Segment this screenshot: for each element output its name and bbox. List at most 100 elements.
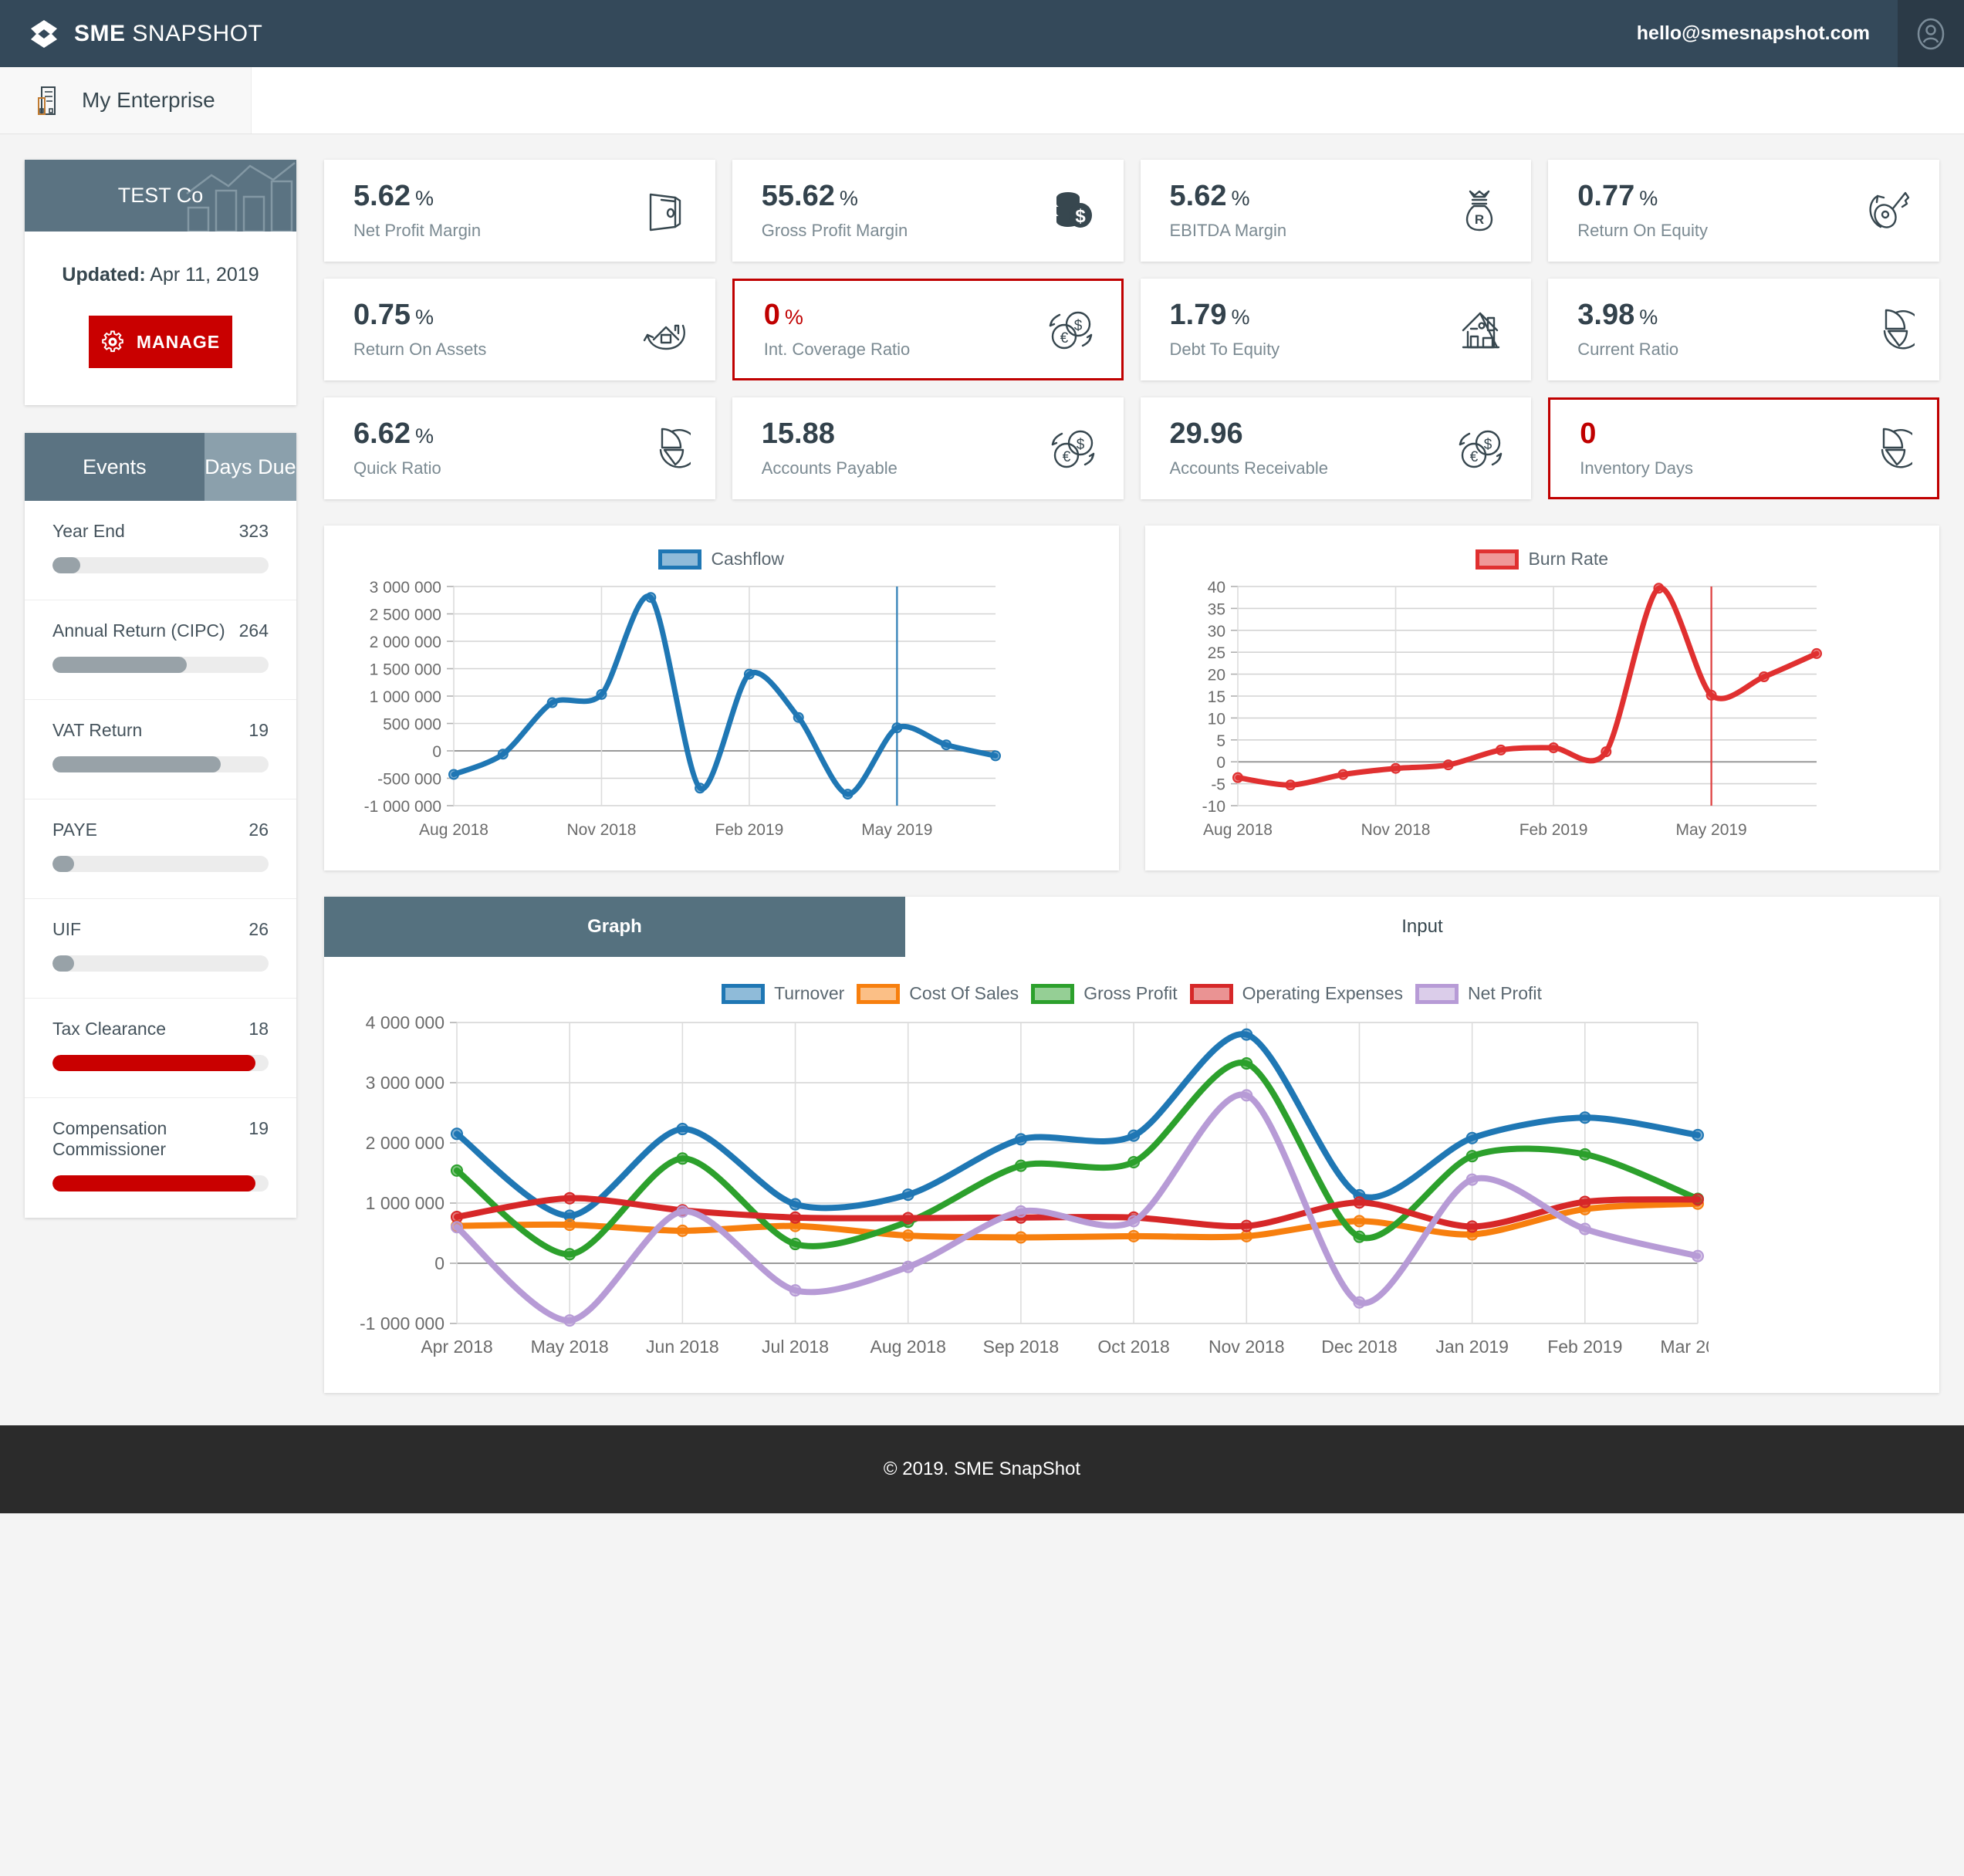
svg-text:1 000 000: 1 000 000 [366,1193,445,1213]
pie-chart-icon [1857,420,1914,477]
legend-item[interactable]: Burn Rate [1476,549,1608,570]
svg-text:Feb 2019: Feb 2019 [1519,821,1587,839]
svg-text:5: 5 [1216,732,1225,750]
updated-value: Apr 11, 2019 [145,264,259,286]
event-progress-fill [52,955,74,972]
kpi-card[interactable]: 55.62% Gross Profit Margin $ [732,160,1124,262]
kpi-card[interactable]: 0% Int. Coverage Ratio € $ [732,279,1124,380]
kpi-card[interactable]: 5.62% Net Profit Margin [324,160,715,262]
company-card-header: TEST Co [25,160,296,232]
kpi-card[interactable]: 1.79% Debt To Equity [1140,279,1532,380]
legend-item[interactable]: Gross Profit [1031,983,1178,1004]
tab-bar-filler [251,67,1964,134]
coins-dollar-icon: $ [1043,182,1100,239]
kpi-card[interactable]: 6.62% Quick Ratio [324,397,715,499]
legend-swatch [1415,983,1459,1004]
svg-text:Apr 2018: Apr 2018 [421,1337,492,1357]
gear-icon [101,330,124,353]
kpi-label: Debt To Equity [1169,339,1280,359]
cashflow-chart[interactable]: -1 000 000 -500 000 0 500 000 1 000 000 1 500… [346,576,1097,853]
kpi-text: 29.96 Accounts Receivable [1170,417,1328,478]
brand-light: SNAPSHOT [125,20,263,46]
brand[interactable]: SME SNAPSHOT [0,18,262,50]
kpi-unit: % [839,187,858,211]
legend-item[interactable]: Cashflow [658,549,784,570]
event-row: PAYE 26 [25,799,296,899]
currency-exchange-icon: € $ [1451,420,1508,477]
event-progress-track [52,657,269,673]
kpi-unit: % [784,306,803,330]
kpi-card[interactable]: 15.88 Accounts Payable € $ [732,397,1124,499]
legend-item[interactable]: Turnover [722,983,844,1004]
svg-text:Aug 2018: Aug 2018 [1203,821,1273,839]
svg-text:€: € [1470,449,1479,465]
event-progress-track [52,1055,269,1071]
currency-exchange-icon: € $ [1041,301,1098,358]
kpi-number: 5.62 [353,180,411,213]
event-progress-fill [52,856,74,872]
event-row: Annual Return (CIPC) 264 [25,600,296,700]
income-statement-chart[interactable]: -1 000 000 0 1 000 000 2 000 000 3 000 000 4 … [343,1010,1921,1373]
topbar-right: hello@smesnapshot.com [1637,0,1964,67]
svg-text:20: 20 [1207,667,1225,684]
event-days-due: 26 [248,919,269,939]
legend-swatch [1476,549,1519,570]
kpi-card[interactable]: 29.96 Accounts Receivable € $ [1140,397,1532,499]
legend-item[interactable]: Net Profit [1415,983,1542,1004]
legend-label: Operating Expenses [1242,983,1404,1003]
svg-text:3 000 000: 3 000 000 [366,1073,445,1093]
burnrate-chart-card: Burn Rate -10 -5 0 5 10 15 20 25 30 35 40 Aug 2018 N… [1144,526,1939,870]
tab-input[interactable]: Input [904,897,1939,957]
event-days-due: 18 [248,1019,269,1039]
kpi-value: 0% [764,299,911,332]
user-email[interactable]: hello@smesnapshot.com [1637,0,1898,67]
kpi-label: Gross Profit Margin [761,220,908,240]
kpi-number: 0 [763,299,780,332]
tab-label: My Enterprise [82,88,215,112]
tab-my-enterprise[interactable]: My Enterprise [0,67,252,134]
svg-text:€: € [1060,330,1068,346]
svg-text:15: 15 [1207,688,1225,706]
avatar[interactable] [1898,0,1964,67]
kpi-card[interactable]: 0.75% Return On Assets [324,279,715,380]
event-progress-fill [52,756,221,772]
burnrate-chart[interactable]: -10 -5 0 5 10 15 20 25 30 35 40 Aug 2018 Nov 2018 Feb… [1167,576,1918,853]
legend-label: Turnover [774,983,845,1003]
svg-text:4 000 000: 4 000 000 [366,1012,445,1033]
manage-button[interactable]: MANAGE [89,316,232,368]
kpi-card[interactable]: 0.77% Return On Equity [1548,160,1939,262]
events-col-header: Events [25,433,205,501]
income-statement-body: Turnover Cost Of Sales Gross Profit Operati… [324,957,1939,1393]
event-progress-track [52,756,269,772]
legend-label: Gross Profit [1083,983,1178,1003]
kpi-card[interactable]: 5.62% EBITDA Margin R [1140,160,1532,262]
kpi-card[interactable]: 0 Inventory Days [1548,397,1939,499]
svg-text:-1 000 000: -1 000 000 [360,1313,445,1333]
svg-text:-1 000 000: -1 000 000 [364,798,441,816]
svg-text:35: 35 [1207,600,1225,618]
tab-graph[interactable]: Graph [324,897,905,957]
company-name: TEST Co [117,184,204,207]
dashboard-page: SME SNAPSHOT hello@smesnapshot.com My En… [0,0,1964,1876]
kpi-value: 0.77% [1577,180,1708,213]
kpi-label: Int. Coverage Ratio [763,339,911,359]
legend-item[interactable]: Operating Expenses [1189,983,1404,1004]
legend-label: Cashflow [711,549,785,569]
legend-item[interactable]: Cost Of Sales [857,983,1019,1004]
event-name: VAT Return [52,720,143,740]
footer-text: © 2019. SME SnapShot [883,1459,1081,1479]
svg-text:Feb 2019: Feb 2019 [715,821,784,839]
kpi-unit: % [1639,187,1658,211]
pie-chart-icon [635,420,692,477]
event-progress-track [52,955,269,972]
svg-text:-5: -5 [1211,776,1225,794]
kpi-value: 1.79% [1170,299,1280,332]
income-statement-card: Graph Input Turnover Cost Of Sales Gross P… [324,897,1939,1393]
svg-text:Nov 2018: Nov 2018 [567,821,637,839]
right-column: 5.62% Net Profit Margin 5 5.62% Gross Profit… [324,160,1939,1393]
event-row: Compensation Commissioner 19 [25,1098,296,1218]
svg-text:Mar 2019: Mar 2019 [1660,1337,1709,1357]
sme-snapshot-logo-icon [28,18,60,50]
kpi-card[interactable]: 3.98% Current Ratio [1548,279,1939,380]
svg-text:Jul 2018: Jul 2018 [762,1337,829,1357]
